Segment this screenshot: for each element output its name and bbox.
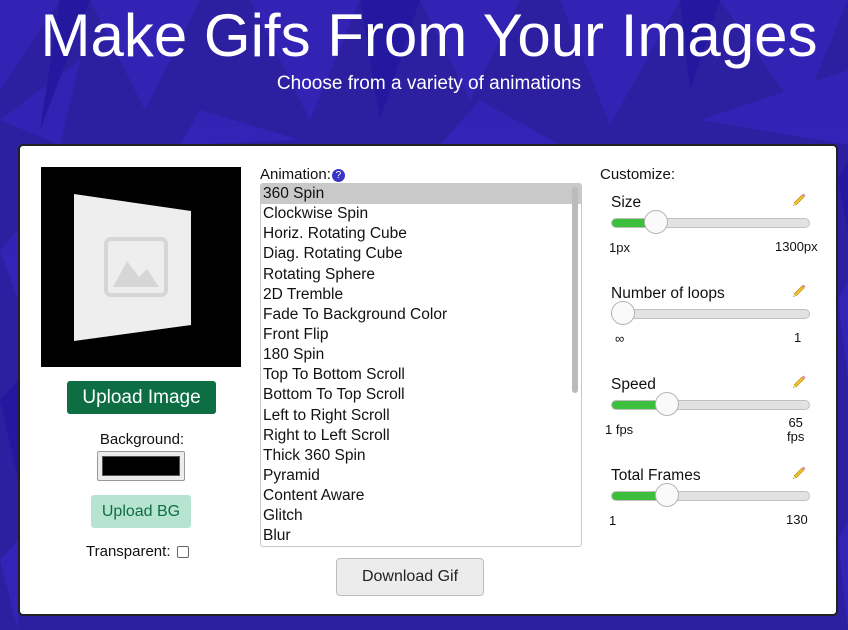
animation-option[interactable]: Diag. Rotating Cube (261, 244, 581, 264)
image-preview (41, 167, 241, 367)
size-slider-thumb[interactable] (644, 210, 668, 234)
speed-label: Speed (611, 376, 656, 393)
size-label: Size (611, 194, 642, 211)
size-min-label: 1px (609, 240, 630, 255)
animation-option[interactable]: Horiz. Rotating Cube (261, 224, 581, 244)
background-color-swatch (102, 456, 180, 476)
pencil-icon[interactable] (791, 283, 807, 299)
animation-option[interactable]: Left to Right Scroll (261, 406, 581, 426)
loops-min-label: ∞ (615, 331, 625, 346)
loops-label: Number of loops (611, 285, 725, 302)
transparent-checkbox[interactable] (176, 546, 189, 559)
animation-option[interactable]: Right to Left Scroll (261, 426, 581, 446)
loops-slider-thumb[interactable] (611, 301, 635, 325)
frames-slider-thumb[interactable] (655, 483, 679, 507)
speed-slider-thumb[interactable] (655, 392, 679, 416)
transparent-option: Transparent: (86, 543, 189, 560)
pencil-icon[interactable] (791, 465, 807, 481)
animation-option[interactable]: Bottom To Top Scroll (261, 385, 581, 405)
page-subtitle: Choose from a variety of animations (276, 73, 582, 94)
animation-option[interactable]: 360 Spin (261, 184, 581, 205)
animation-option[interactable]: Glitch (261, 506, 581, 526)
animation-list-scrollbar[interactable] (572, 187, 578, 393)
frames-control: Total Frames 1 130 (609, 465, 824, 547)
animation-option[interactable]: Top To Bottom Scroll (261, 365, 581, 385)
animation-option[interactable]: Content Aware (261, 486, 581, 506)
speed-min-label: 1 fps (605, 422, 634, 437)
download-gif-button[interactable]: Download Gif (336, 558, 484, 596)
upload-bg-button[interactable]: Upload BG (91, 495, 191, 528)
speed-slider-track[interactable] (611, 400, 810, 410)
size-max-label: 1300px (775, 239, 818, 254)
transparent-label: Transparent: (86, 543, 171, 560)
help-icon[interactable]: ? (331, 169, 345, 182)
animation-option[interactable]: Fade To Background Color (261, 305, 581, 325)
animation-option[interactable]: Clockwise Spin (261, 204, 581, 224)
animation-option[interactable]: Thick 360 Spin (261, 446, 581, 466)
size-slider-track[interactable] (611, 218, 810, 228)
animation-option[interactable]: Pyramid (261, 466, 581, 486)
animation-option[interactable]: 180 Spin (261, 345, 581, 365)
loops-slider-track[interactable] (611, 309, 810, 319)
frames-label: Total Frames (611, 467, 701, 484)
animation-option[interactable]: 2D Tremble (261, 285, 581, 305)
background-label: Background: (99, 431, 185, 448)
customize-label: Customize: (600, 166, 676, 183)
speed-control: Speed 1 fps 65 fps (605, 374, 824, 456)
animation-option[interactable]: Rotating Sphere (261, 265, 581, 285)
gif-maker-panel: Upload Image Background: Upload BG Trans… (18, 144, 838, 616)
loops-control: Number of loops ∞ 1 (609, 283, 824, 365)
background-color-picker[interactable] (97, 451, 185, 481)
image-placeholder-icon (74, 194, 191, 341)
pencil-icon[interactable] (791, 374, 807, 390)
animation-label: Animation: (260, 166, 331, 183)
page-title: Make Gifs From Your Images (40, 2, 818, 69)
frames-max-label: 130 (786, 512, 808, 527)
animation-list[interactable]: 360 Spin Clockwise Spin Horiz. Rotating Cu… (260, 183, 582, 547)
animation-label-row: Animation:? (260, 166, 345, 183)
animation-option[interactable]: Front Flip (261, 325, 581, 345)
loops-max-label: 1 (794, 330, 802, 345)
upload-image-button[interactable]: Upload Image (67, 381, 216, 414)
size-control: Size 1px 1300px (609, 192, 824, 274)
animation-option[interactable]: Blur (261, 526, 581, 546)
pencil-icon[interactable] (791, 192, 807, 208)
frames-slider-track[interactable] (611, 491, 810, 501)
speed-max-label: 65 fps (787, 415, 805, 444)
frames-min-label: 1 (609, 513, 617, 528)
